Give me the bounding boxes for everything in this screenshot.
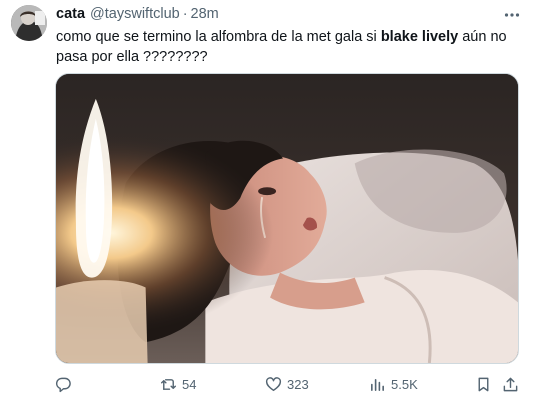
tweet-header: cata @tayswiftclub · 28m (56, 6, 219, 24)
views-icon (371, 378, 384, 391)
reply-icon (56, 377, 71, 392)
like-count: 323 (287, 376, 309, 392)
tweet-timestamp[interactable]: 28m (191, 6, 219, 22)
views-count: 5.5K (391, 376, 418, 392)
retweet-count: 54 (182, 376, 197, 392)
header-separator: · (182, 6, 188, 22)
share-icon (503, 377, 518, 391)
photo-image (56, 74, 518, 363)
share-button[interactable] (502, 373, 519, 395)
author-handle[interactable]: @tayswiftclub (90, 6, 180, 22)
author-display-name[interactable]: cata (56, 6, 85, 22)
retweet-button[interactable]: 54 (160, 373, 196, 395)
heart-icon (265, 376, 282, 391)
tweet-text: como que se termino la alfombra de la me… (56, 27, 518, 67)
more-options-button[interactable] (503, 6, 521, 24)
bookmark-button[interactable] (475, 373, 492, 395)
like-button[interactable]: 323 (265, 373, 309, 395)
author-avatar[interactable] (11, 5, 47, 41)
tweet-text-bold[interactable]: blake lively (381, 29, 458, 45)
tweet-actions-bar: 54 323 5.5K (55, 373, 519, 395)
tweet: cata @tayswiftclub · 28m como que se ter… (0, 0, 535, 401)
reply-button[interactable] (55, 373, 77, 395)
retweet-icon (160, 378, 177, 390)
more-dots-icon (504, 13, 520, 17)
tweet-media-photo[interactable] (55, 73, 519, 364)
avatar-image (11, 5, 47, 41)
views-button[interactable]: 5.5K (369, 373, 418, 395)
tweet-text-before: como que se termino la alfombra de la me… (56, 29, 381, 45)
bookmark-icon (478, 377, 489, 391)
